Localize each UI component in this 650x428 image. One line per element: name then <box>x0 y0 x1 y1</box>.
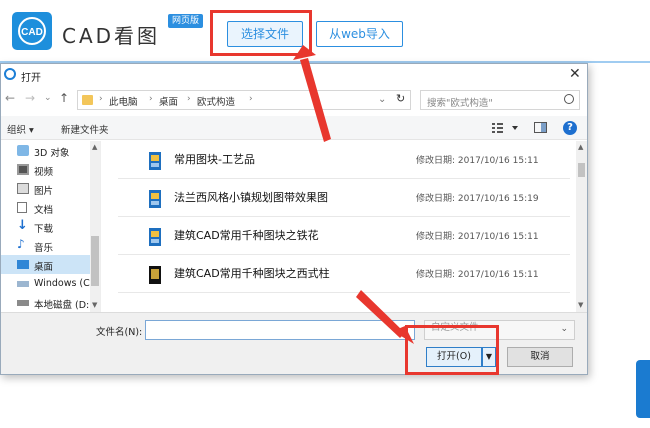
web-header: CAD CAD看图 网页版 选择文件 从web导入 <box>0 0 650 62</box>
cad-file-icon <box>149 228 161 246</box>
sidebar-scrollbar[interactable]: ▲ ▼ <box>90 141 100 312</box>
list-item[interactable]: 建筑CAD常用千种图块之西式柱 修改日期: 2017/10/16 15:11 <box>118 255 570 293</box>
folder-icon <box>82 95 93 105</box>
open-options-dropdown[interactable]: ▼ <box>482 347 496 367</box>
open-file-dialog: 打开 ✕ ← → ⌄ ↑ › 此电脑 › 桌面 › 欧式构造 › ⌄ ↻ 搜索"… <box>0 63 588 375</box>
sidebar-item-label: 下载 <box>34 224 54 235</box>
file-name-input[interactable] <box>145 320 415 340</box>
brand-title: CAD看图 <box>62 24 161 48</box>
address-row: ← → ⌄ ↑ › 此电脑 › 桌面 › 欧式构造 › ⌄ ↻ 搜索"欧式构造" <box>1 88 587 112</box>
file-name: 法兰西风格小镇规划图带效果图 <box>174 191 328 204</box>
chevron-right-icon: › <box>249 94 253 104</box>
file-type-select[interactable]: 自定义文件 ⌄ <box>424 320 575 340</box>
recent-dropdown-icon[interactable]: ⌄ <box>44 93 52 103</box>
side-panel-tab[interactable] <box>636 360 650 418</box>
sidebar-item-documents[interactable]: 文档 <box>1 198 91 217</box>
3d-objects-icon <box>17 145 29 156</box>
app-icon <box>4 68 16 80</box>
pictures-icon <box>17 183 29 194</box>
drive-icon <box>17 281 29 287</box>
close-icon[interactable]: ✕ <box>569 66 581 82</box>
sidebar-item-label: 3D 对象 <box>34 148 70 159</box>
address-bar[interactable]: › 此电脑 › 桌面 › 欧式构造 › ⌄ ↻ <box>77 90 411 110</box>
search-icon <box>564 94 574 104</box>
list-item[interactable]: 常用图块-工艺品 修改日期: 2017/10/16 15:11 <box>118 141 570 179</box>
video-icon <box>17 164 29 175</box>
chevron-down-icon[interactable]: ⌄ <box>378 94 386 105</box>
disk-icon <box>17 300 29 306</box>
sidebar-item-desktop[interactable]: 桌面 <box>1 255 91 274</box>
sidebar-item-pictures[interactable]: 图片 <box>1 179 91 198</box>
chevron-right-icon: › <box>149 94 153 104</box>
sidebar-scroll-thumb[interactable] <box>91 236 99 286</box>
file-name: 建筑CAD常用千种图块之铁花 <box>174 229 319 242</box>
new-folder-button[interactable]: 新建文件夹 <box>61 122 109 136</box>
documents-icon <box>17 202 27 213</box>
refresh-icon[interactable]: ↻ <box>396 92 405 105</box>
dialog-title-bar: 打开 ✕ <box>1 64 587 86</box>
breadcrumb-folder[interactable]: 欧式构造 <box>197 94 235 108</box>
web-version-badge: 网页版 <box>168 14 204 28</box>
file-name: 常用图块-工艺品 <box>174 153 255 166</box>
navigation-pane: 3D 对象 视频 图片 文档 ↓ 下载 ♪ 音乐 桌面 Windows (C 本… <box>1 141 101 312</box>
sidebar-item-windows-c[interactable]: Windows (C <box>1 274 91 293</box>
sidebar-item-label: 音乐 <box>34 243 54 254</box>
file-modified: 修改日期: 2017/10/16 15:11 <box>416 270 539 280</box>
organize-menu[interactable]: 组织 ▾ <box>7 122 34 136</box>
file-type-value: 自定义文件 <box>431 322 479 333</box>
forward-arrow-icon[interactable]: → <box>25 91 35 105</box>
list-item[interactable]: 建筑CAD常用千种图块之铁花 修改日期: 2017/10/16 15:11 <box>118 217 570 255</box>
sidebar-item-label: 文档 <box>34 205 54 216</box>
sidebar-item-video[interactable]: 视频 <box>1 160 91 179</box>
sidebar-item-downloads[interactable]: ↓ 下载 <box>1 217 91 236</box>
view-options-icon[interactable] <box>492 122 522 134</box>
sidebar-item-label: 图片 <box>34 186 54 197</box>
file-list-scroll-thumb[interactable] <box>578 163 585 177</box>
file-name-label: 文件名(N): <box>96 327 143 338</box>
chevron-down-icon: ⌄ <box>560 324 568 334</box>
breadcrumb-this-pc[interactable]: 此电脑 <box>109 94 138 108</box>
select-file-button[interactable]: 选择文件 <box>227 21 303 47</box>
preview-pane-icon[interactable] <box>534 122 548 134</box>
sidebar-item-label: 本地磁盘 (D: <box>34 300 90 311</box>
sidebar-item-label: Windows (C <box>34 278 90 289</box>
cad-logo-icon: CAD <box>12 12 52 50</box>
sidebar-item-3d-objects[interactable]: 3D 对象 <box>1 141 91 160</box>
search-placeholder: 搜索"欧式构造" <box>427 98 493 109</box>
breadcrumb-desktop[interactable]: 桌面 <box>159 94 178 108</box>
desktop-icon <box>17 260 29 269</box>
dialog-title: 打开 <box>21 73 41 84</box>
cad-file-icon <box>149 152 161 170</box>
file-name: 建筑CAD常用千种图块之西式柱 <box>174 267 330 280</box>
download-icon: ↓ <box>17 218 28 233</box>
back-arrow-icon[interactable]: ← <box>5 91 15 105</box>
up-arrow-icon[interactable]: ↑ <box>59 91 69 105</box>
search-field[interactable]: 搜索"欧式构造" <box>420 90 580 110</box>
chevron-right-icon: › <box>187 94 191 104</box>
open-button[interactable]: 打开(O) <box>426 347 482 367</box>
sidebar-item-label: 视频 <box>34 167 54 178</box>
cancel-button[interactable]: 取消 <box>507 347 573 367</box>
list-item[interactable]: 法兰西风格小镇规划图带效果图 修改日期: 2017/10/16 15:19 <box>118 179 570 217</box>
dialog-footer: 文件名(N): 自定义文件 ⌄ 打开(O) ▼ 取消 <box>1 312 587 374</box>
sidebar-item-label: 桌面 <box>34 262 54 273</box>
file-modified: 修改日期: 2017/10/16 15:11 <box>416 232 539 242</box>
file-modified: 修改日期: 2017/10/16 15:11 <box>416 156 539 166</box>
chevron-right-icon: › <box>99 94 103 104</box>
dialog-toolbar: 组织 ▾ 新建文件夹 ? <box>1 116 587 140</box>
music-icon: ♪ <box>17 237 25 251</box>
file-list: 常用图块-工艺品 修改日期: 2017/10/16 15:11 法兰西风格小镇规… <box>102 141 587 312</box>
cad-file-icon <box>149 190 161 208</box>
import-from-web-button[interactable]: 从web导入 <box>316 21 403 47</box>
logo-text: CAD <box>21 27 43 38</box>
sidebar-item-music[interactable]: ♪ 音乐 <box>1 236 91 255</box>
cad-file-icon <box>149 266 161 284</box>
help-icon[interactable]: ? <box>563 121 577 135</box>
sidebar-item-local-d[interactable]: 本地磁盘 (D: <box>1 293 91 312</box>
file-modified: 修改日期: 2017/10/16 15:19 <box>416 194 539 204</box>
